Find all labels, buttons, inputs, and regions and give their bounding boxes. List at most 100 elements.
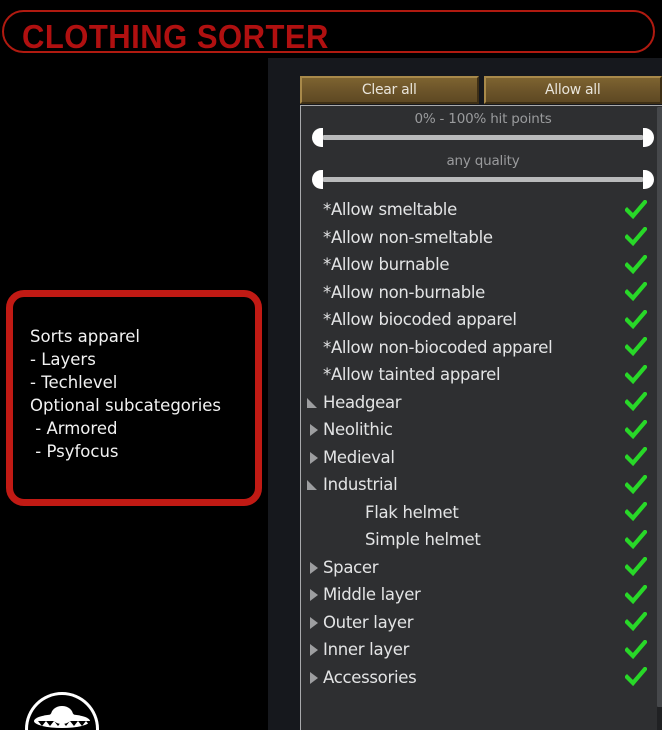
filter-row-label: *Allow non-burnable: [323, 282, 486, 302]
list-scrollbar-thumb[interactable]: [657, 107, 662, 707]
allow-all-button[interactable]: Allow all: [483, 76, 662, 104]
slider-track[interactable]: [323, 135, 643, 140]
checkmark-icon: [625, 282, 647, 302]
chevron-down-icon[interactable]: [307, 396, 320, 409]
slider-label: any quality: [446, 153, 520, 169]
filter-row-checkbox[interactable]: [625, 584, 647, 605]
filter-row-checkbox[interactable]: [625, 199, 647, 220]
checkmark-icon: [625, 309, 647, 329]
checkmark-icon: [625, 502, 647, 522]
filter-row-checkbox[interactable]: [625, 392, 647, 412]
filter-row-checkbox[interactable]: [625, 309, 647, 330]
no-arrow-spacer: [307, 341, 320, 354]
filter-row-label: *Allow smeltable: [323, 200, 457, 220]
range-slider[interactable]: any quality: [301, 148, 662, 190]
filter-row-label: Flak helmet: [365, 502, 459, 522]
mod-description-line: Optional subcategories: [30, 396, 222, 415]
no-arrow-spacer: [307, 258, 320, 271]
right-panel: Clear all Allow all 0% - 100% hit points…: [268, 58, 662, 730]
filter-row[interactable]: Outer layer: [301, 609, 662, 637]
filter-row[interactable]: *Allow tainted apparel: [301, 361, 662, 389]
checkmark-icon: [625, 254, 647, 274]
filter-row-checkbox[interactable]: [625, 612, 647, 632]
filter-row-label: *Allow burnable: [323, 255, 450, 275]
filter-row-label: Medieval: [323, 447, 395, 467]
mod-description-line: - Layers: [30, 350, 96, 369]
filter-row[interactable]: *Allow non-biocoded apparel: [301, 334, 662, 362]
checkmark-icon: [625, 392, 647, 412]
left-panel: Sorts apparel - Layers - Techlevel Optional…: [0, 58, 268, 730]
slider-min-handle[interactable]: [312, 128, 323, 147]
filter-row[interactable]: *Allow biocoded apparel: [301, 306, 662, 334]
chevron-right-icon[interactable]: [307, 588, 320, 602]
checkmark-icon: [625, 364, 647, 384]
filter-row-checkbox[interactable]: [625, 227, 647, 247]
chevron-right-icon[interactable]: [307, 616, 320, 629]
filter-row[interactable]: *Allow non-burnable: [301, 279, 662, 307]
filter-row[interactable]: *Allow smeltable: [301, 196, 662, 224]
filter-row-label: Accessories: [323, 667, 417, 687]
filter-row-checkbox[interactable]: [625, 557, 647, 577]
slider-track-wrap[interactable]: [312, 127, 654, 148]
filter-row-checkbox[interactable]: [625, 282, 647, 302]
filter-row-checkbox[interactable]: [625, 364, 647, 385]
no-arrow-spacer: [307, 231, 320, 244]
filter-row[interactable]: Spacer: [301, 554, 662, 582]
filter-row-checkbox[interactable]: [625, 502, 647, 522]
chevron-right-icon[interactable]: [307, 451, 320, 464]
filter-row[interactable]: Simple helmet: [301, 526, 662, 554]
chevron-right-icon[interactable]: [307, 423, 320, 437]
filter-row[interactable]: Flak helmet: [301, 499, 662, 527]
filter-list-panel: 0% - 100% hit points any quality *Allow s…: [300, 105, 662, 730]
checkmark-icon: [625, 419, 647, 439]
chevron-right-icon[interactable]: [307, 643, 320, 657]
slider-min-handle[interactable]: [312, 170, 323, 189]
mod-description-line: - Armored: [30, 419, 118, 438]
chevron-right-icon[interactable]: [307, 561, 320, 574]
filter-row-label: Inner layer: [323, 640, 410, 660]
filter-row-label: Industrial: [323, 475, 398, 495]
checkmark-icon: [625, 199, 647, 219]
sombrero-mustache-crossed-guns-icon: COMPATIBLE: [25, 692, 99, 730]
filter-row-checkbox[interactable]: [625, 254, 647, 275]
filter-row[interactable]: Middle layer: [301, 581, 662, 609]
filter-row[interactable]: Accessories: [301, 664, 662, 692]
clear-all-button[interactable]: Clear all: [300, 76, 479, 104]
app-root: CLOTHING SORTER Sorts apparel - Layers - T…: [0, 0, 662, 730]
filter-row[interactable]: Neolithic: [301, 416, 662, 444]
filter-row[interactable]: *Allow non-smeltable: [301, 224, 662, 252]
filter-row-checkbox[interactable]: [625, 529, 647, 550]
no-arrow-spacer: [307, 203, 320, 216]
filter-row-label: *Allow non-biocoded apparel: [323, 337, 553, 357]
filter-row-label: Simple helmet: [365, 530, 481, 550]
filter-row-checkbox[interactable]: [625, 667, 647, 687]
slider-max-handle[interactable]: [643, 128, 654, 147]
filter-row[interactable]: Industrial: [301, 471, 662, 499]
filter-row-checkbox[interactable]: [625, 337, 647, 357]
mod-description-line: - Psyfocus: [30, 442, 119, 461]
filter-row-label: Middle layer: [323, 585, 421, 605]
chevron-down-icon[interactable]: [307, 478, 320, 491]
filter-row[interactable]: Medieval: [301, 444, 662, 472]
filter-row-checkbox[interactable]: [625, 419, 647, 440]
filter-row-label: Headgear: [323, 392, 402, 412]
slider-track[interactable]: [323, 177, 643, 182]
filter-row[interactable]: Inner layer: [301, 636, 662, 664]
filter-row-checkbox[interactable]: [625, 447, 647, 467]
no-arrow-spacer: [307, 368, 320, 381]
list-scrollbar[interactable]: [657, 107, 662, 730]
checkmark-icon: [625, 584, 647, 604]
filter-row-checkbox[interactable]: [625, 639, 647, 660]
range-slider[interactable]: 0% - 100% hit points: [301, 106, 662, 148]
filter-row[interactable]: Headgear: [301, 389, 662, 417]
slider-track-wrap[interactable]: [312, 169, 654, 190]
chevron-right-icon[interactable]: [307, 671, 320, 684]
mod-description-line: Sorts apparel: [30, 327, 140, 346]
slider-max-handle[interactable]: [643, 170, 654, 189]
filter-row-label: *Allow non-smeltable: [323, 227, 493, 247]
window-title-bar: CLOTHING SORTER: [2, 10, 655, 55]
combat-extended-compatible-badge: COMPATIBLE: [18, 689, 106, 730]
filter-row-checkbox[interactable]: [625, 474, 647, 495]
checkmark-icon: [625, 639, 647, 659]
filter-row[interactable]: *Allow burnable: [301, 251, 662, 279]
